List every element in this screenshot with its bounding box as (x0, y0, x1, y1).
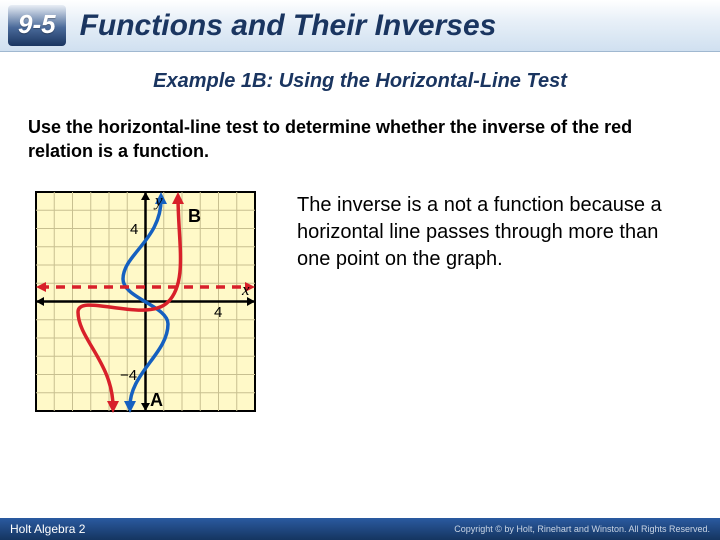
y-axis-label: y (153, 191, 163, 210)
curve-label-b: B (188, 206, 201, 226)
example-heading: Example 1B: Using the Horizontal-Line Te… (28, 70, 692, 93)
tick-x-pos: 4 (214, 304, 222, 321)
slide-content: Example 1B: Using the Horizontal-Line Te… (0, 52, 720, 419)
lesson-title: Functions and Their Inverses (80, 9, 497, 43)
slide-footer: Holt Algebra 2 Copyright © by Holt, Rine… (0, 518, 720, 540)
footer-copyright: Copyright © by Holt, Rinehart and Winsto… (454, 524, 710, 534)
tick-y-pos: 4 (130, 221, 138, 238)
slide-header: 9-5 Functions and Their Inverses (0, 0, 720, 52)
example-answer: The inverse is a not a function because … (287, 184, 692, 273)
x-axis-label: x (241, 280, 250, 299)
tick-y-neg: −4 (120, 367, 137, 384)
lesson-number-badge: 9-5 (8, 5, 66, 46)
body-row: y x 4 −4 4 A B The inverse is a not a fu… (28, 184, 692, 419)
example-prompt: Use the horizontal-line test to determin… (28, 115, 692, 164)
curve-label-a: A (150, 390, 163, 410)
footer-book-title: Holt Algebra 2 (10, 522, 85, 536)
graph-figure: y x 4 −4 4 A B (28, 184, 263, 419)
